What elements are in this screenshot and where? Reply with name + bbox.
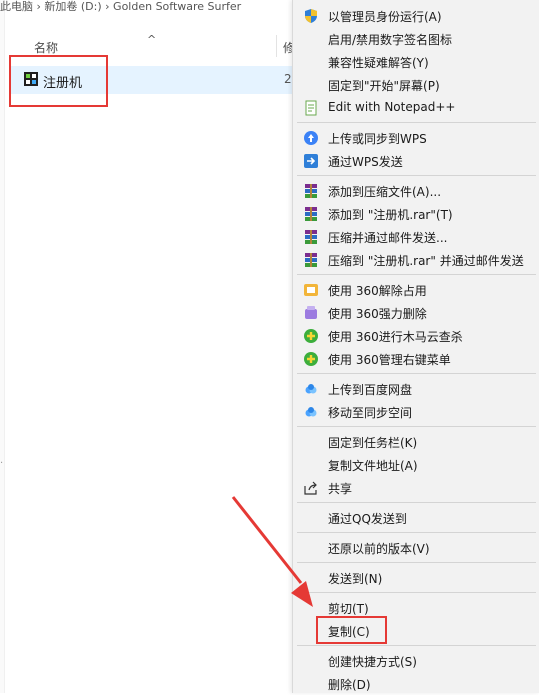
annotation-arrow	[231, 496, 313, 607]
